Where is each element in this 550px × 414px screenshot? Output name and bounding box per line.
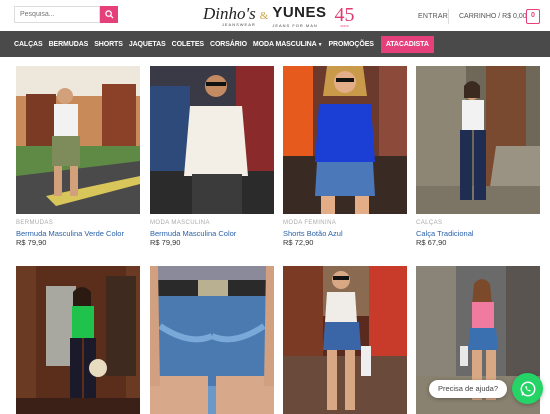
product-name[interactable]: Calça Tradicional — [416, 229, 474, 238]
nav-item-promocoes[interactable]: PROMOÇÕES — [328, 41, 373, 48]
logo-yunes: YUNES JEANS FOR MAN — [272, 4, 327, 28]
nav-item-corsario[interactable]: CORSÁRIO — [210, 41, 247, 48]
nav-item-shorts[interactable]: SHORTS — [94, 41, 123, 48]
search-icon — [104, 10, 114, 19]
site-logo[interactable]: Dinho's JEANSWEAR & YUNES JEANS FOR MAN … — [203, 2, 355, 30]
login-link[interactable]: ENTRAR — [418, 13, 448, 20]
nav-item-calcas[interactable]: CALÇAS — [14, 41, 43, 48]
whatsapp-icon — [520, 381, 535, 396]
search-form — [14, 6, 118, 23]
product-image[interactable] — [283, 66, 407, 214]
whatsapp-button[interactable] — [512, 373, 543, 404]
product-name[interactable]: Bermuda Masculina Color — [150, 229, 236, 238]
nav-item-moda-masculina[interactable]: MODA MASCULINA▼ — [253, 41, 323, 48]
product-price: R$ 67,90 — [416, 238, 447, 247]
product-image[interactable] — [16, 266, 140, 414]
cart-count: 0 — [531, 12, 535, 19]
product-image[interactable] — [150, 66, 274, 214]
logo-dinhos: Dinho's JEANSWEAR — [203, 4, 256, 27]
product-image[interactable] — [16, 66, 140, 214]
product-image[interactable] — [416, 66, 540, 214]
site-header: Dinho's JEANSWEAR & YUNES JEANS FOR MAN … — [0, 0, 550, 31]
nav-item-atacadista[interactable]: ATACADISTA — [380, 35, 434, 53]
anniversary-badge: 45 ANOS — [334, 3, 355, 28]
search-input[interactable] — [14, 6, 100, 23]
product-name[interactable]: Bermuda Masculina Verde Color — [16, 229, 124, 238]
product-price: R$ 79,90 — [16, 238, 47, 247]
logo-ampersand: & — [259, 10, 269, 22]
search-button[interactable] — [100, 6, 118, 23]
nav-item-coletes[interactable]: COLETES — [172, 41, 204, 48]
cart-icon[interactable]: 0 — [526, 9, 540, 24]
header-divider — [448, 9, 449, 24]
cart-link[interactable]: CARRINHO / R$ 0,00 — [459, 13, 527, 20]
product-image[interactable] — [150, 266, 274, 414]
nav-item-jaquetas[interactable]: JAQUETAS — [129, 41, 166, 48]
product-price: R$ 79,90 — [150, 238, 181, 247]
product-category: MODA MASCULINA — [150, 220, 210, 226]
whatsapp-help-label[interactable]: Precisa de ajuda? — [429, 380, 507, 398]
chevron-down-icon: ▼ — [317, 41, 323, 48]
nav-item-bermudas[interactable]: BERMUDAS — [49, 41, 89, 48]
product-price: R$ 72,90 — [283, 238, 314, 247]
product-name[interactable]: Shorts Botão Azul — [283, 229, 343, 238]
product-image[interactable] — [283, 266, 407, 414]
product-category: BERMUDAS — [16, 220, 54, 226]
product-category: MODA FEMININA — [283, 220, 337, 226]
product-category: CALÇAS — [416, 220, 443, 226]
main-nav: CALÇAS BERMUDAS SHORTS JAQUETAS COLETES … — [0, 31, 550, 57]
